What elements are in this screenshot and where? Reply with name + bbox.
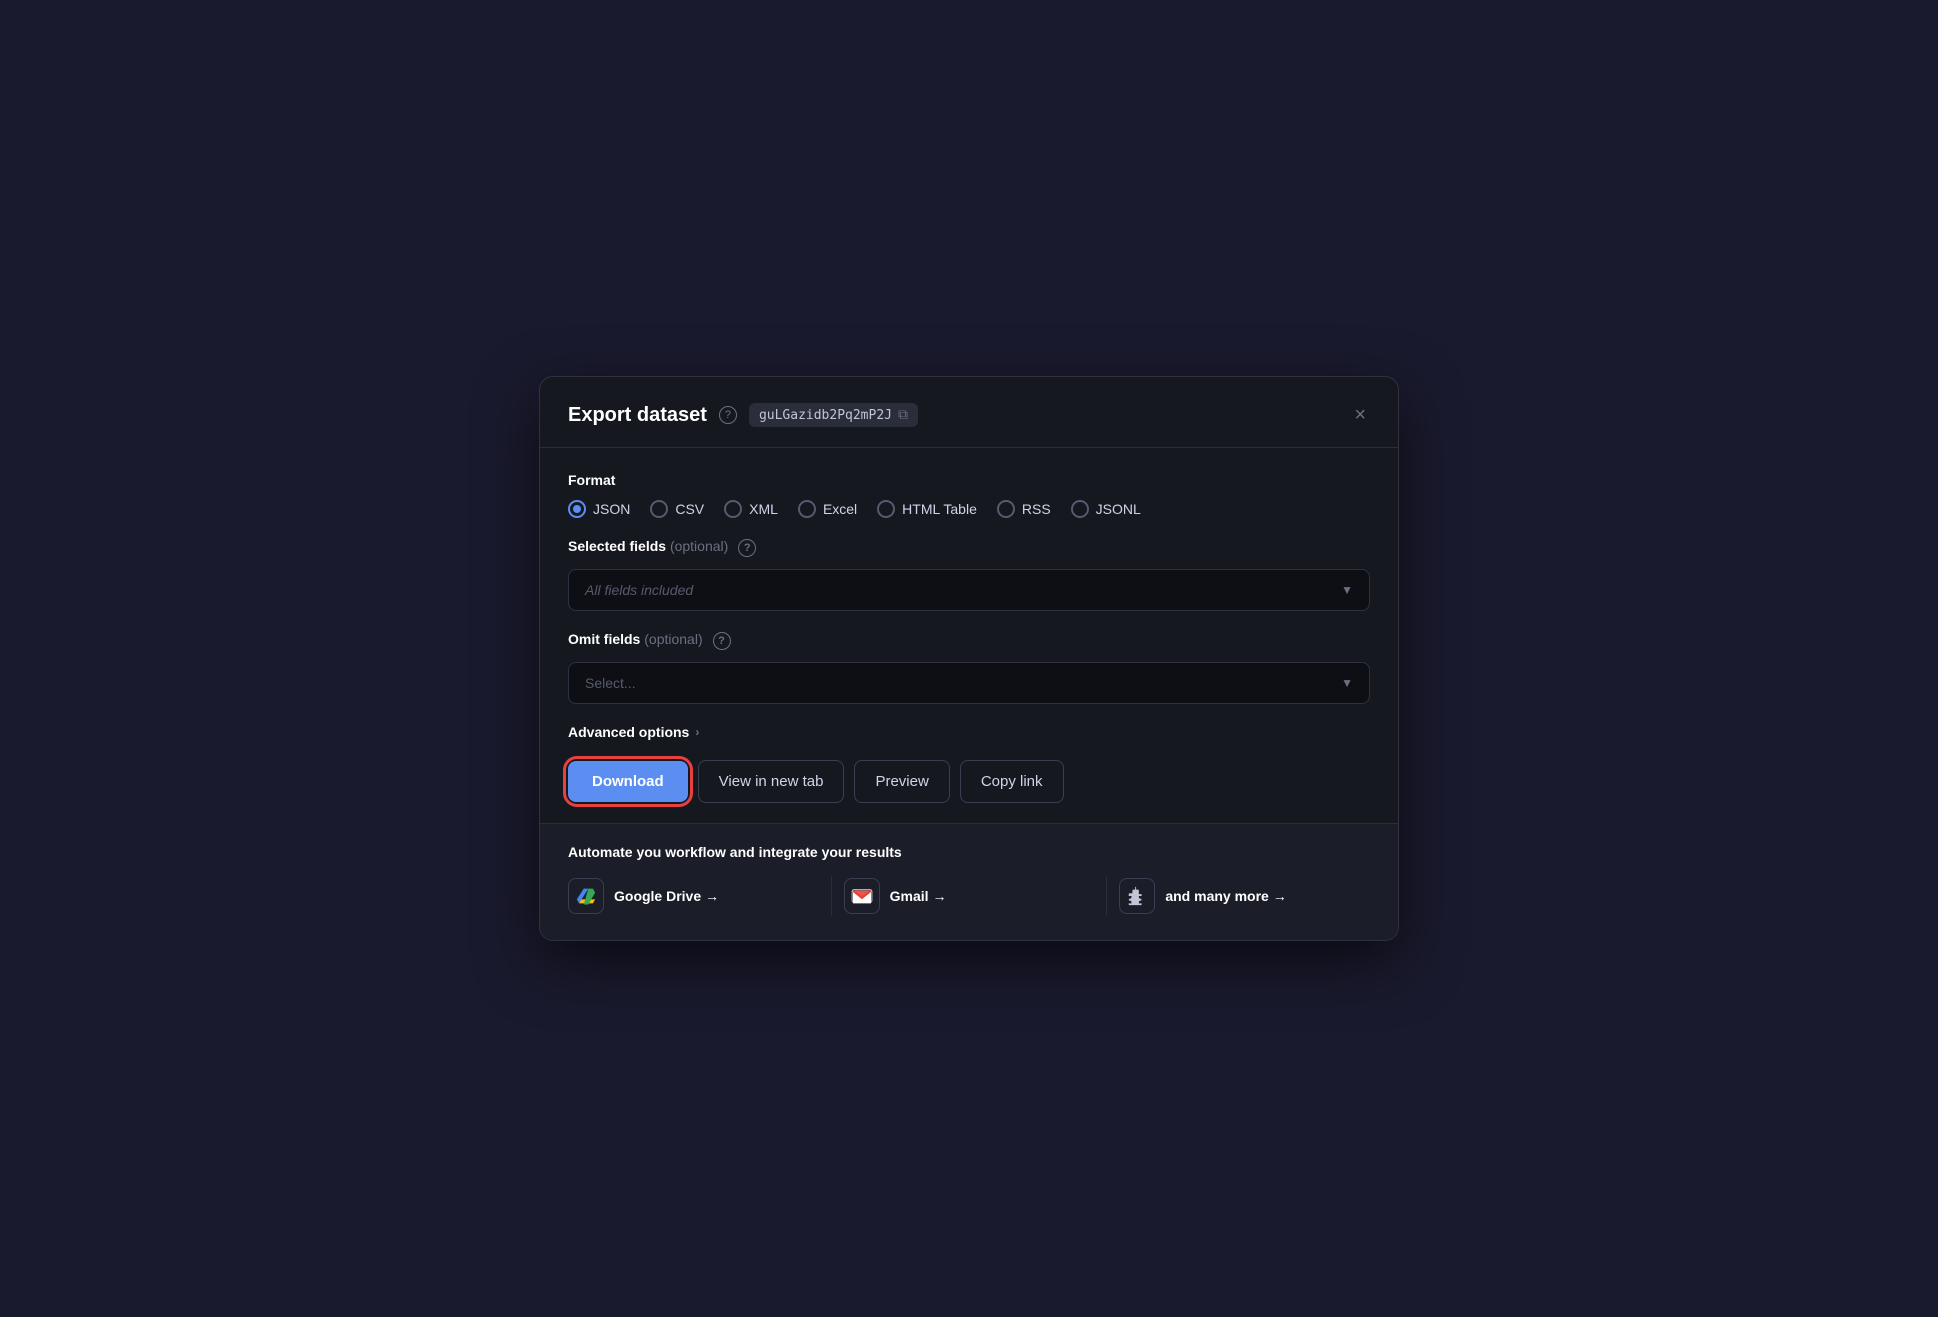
selected-fields-section: Selected fields (optional) ? All fields … bbox=[568, 538, 1370, 611]
divider-1 bbox=[831, 876, 832, 916]
format-label-xml: XML bbox=[749, 501, 778, 517]
gmail-icon-box bbox=[844, 878, 880, 914]
view-in-new-tab-button[interactable]: View in new tab bbox=[698, 760, 845, 803]
modal-title: Export dataset bbox=[568, 404, 707, 427]
advanced-options-toggle[interactable]: Advanced options › bbox=[568, 724, 1370, 740]
format-option-jsonl[interactable]: JSONL bbox=[1071, 500, 1141, 518]
divider-2 bbox=[1106, 876, 1107, 916]
radio-jsonl[interactable] bbox=[1071, 500, 1089, 518]
format-option-rss[interactable]: RSS bbox=[997, 500, 1051, 518]
integrations-row: Google Drive → Gmail → bbox=[568, 876, 1370, 916]
integration-google-drive[interactable]: Google Drive → bbox=[568, 878, 819, 914]
selected-fields-help-icon[interactable]: ? bbox=[738, 539, 756, 557]
radio-html-table[interactable] bbox=[877, 500, 895, 518]
radio-rss[interactable] bbox=[997, 500, 1015, 518]
advanced-options-label: Advanced options bbox=[568, 724, 689, 740]
preview-button[interactable]: Preview bbox=[854, 760, 949, 803]
format-options-row: JSON CSV XML Excel HTML Table RSS bbox=[568, 500, 1370, 518]
format-option-excel[interactable]: Excel bbox=[798, 500, 857, 518]
omit-fields-help-icon[interactable]: ? bbox=[713, 632, 731, 650]
omit-fields-arrow: ▼ bbox=[1341, 676, 1353, 690]
help-icon[interactable]: ? bbox=[719, 406, 737, 424]
selected-fields-placeholder: All fields included bbox=[585, 582, 693, 598]
gmail-icon bbox=[851, 887, 873, 905]
footer-title: Automate you workflow and integrate your… bbox=[568, 844, 1370, 860]
more-label: and many more → bbox=[1165, 888, 1286, 904]
actions-row: Download View in new tab Preview Copy li… bbox=[568, 760, 1370, 803]
format-label-json: JSON bbox=[593, 501, 630, 517]
puzzle-icon bbox=[1126, 885, 1148, 907]
radio-json[interactable] bbox=[568, 500, 586, 518]
modal-footer: Automate you workflow and integrate your… bbox=[540, 824, 1398, 940]
export-dataset-modal: Export dataset ? guLGazidb2Pq2mP2J ⧉ × F… bbox=[539, 376, 1399, 941]
download-button[interactable]: Download bbox=[568, 761, 688, 802]
selected-fields-arrow: ▼ bbox=[1341, 583, 1353, 597]
omit-fields-label: Omit fields (optional) ? bbox=[568, 631, 1370, 650]
google-drive-icon-box bbox=[568, 878, 604, 914]
google-drive-icon bbox=[575, 885, 597, 907]
format-label-jsonl: JSONL bbox=[1096, 501, 1141, 517]
format-option-xml[interactable]: XML bbox=[724, 500, 778, 518]
radio-csv[interactable] bbox=[650, 500, 668, 518]
copy-link-button[interactable]: Copy link bbox=[960, 760, 1064, 803]
format-option-html-table[interactable]: HTML Table bbox=[877, 500, 977, 518]
radio-xml[interactable] bbox=[724, 500, 742, 518]
dataset-id-text: guLGazidb2Pq2mP2J bbox=[759, 408, 892, 423]
omit-fields-placeholder: Select... bbox=[585, 675, 636, 691]
integration-gmail[interactable]: Gmail → bbox=[844, 878, 1095, 914]
close-button[interactable]: × bbox=[1350, 401, 1370, 429]
selected-fields-optional: (optional) bbox=[670, 538, 728, 554]
chevron-right-icon: › bbox=[695, 725, 699, 739]
omit-fields-optional: (optional) bbox=[644, 631, 702, 647]
format-label-html-table: HTML Table bbox=[902, 501, 977, 517]
omit-fields-dropdown[interactable]: Select... ▼ bbox=[568, 662, 1370, 704]
radio-excel[interactable] bbox=[798, 500, 816, 518]
selected-fields-label: Selected fields (optional) ? bbox=[568, 538, 1370, 557]
google-drive-label: Google Drive → bbox=[614, 888, 719, 904]
modal-header: Export dataset ? guLGazidb2Pq2mP2J ⧉ × bbox=[540, 377, 1398, 448]
selected-fields-dropdown[interactable]: All fields included ▼ bbox=[568, 569, 1370, 611]
dataset-id-badge: guLGazidb2Pq2mP2J ⧉ bbox=[749, 403, 918, 427]
format-label-rss: RSS bbox=[1022, 501, 1051, 517]
omit-fields-section: Omit fields (optional) ? Select... ▼ bbox=[568, 631, 1370, 704]
format-option-json[interactable]: JSON bbox=[568, 500, 630, 518]
format-label: Format bbox=[568, 472, 1370, 488]
integration-more[interactable]: and many more → bbox=[1119, 878, 1370, 914]
format-label-csv: CSV bbox=[675, 501, 704, 517]
gmail-label: Gmail → bbox=[890, 888, 947, 904]
format-option-csv[interactable]: CSV bbox=[650, 500, 704, 518]
modal-body: Format JSON CSV XML Excel HTML Table bbox=[540, 448, 1398, 824]
copy-id-icon[interactable]: ⧉ bbox=[898, 407, 908, 423]
more-icon-box bbox=[1119, 878, 1155, 914]
format-label-excel: Excel bbox=[823, 501, 857, 517]
